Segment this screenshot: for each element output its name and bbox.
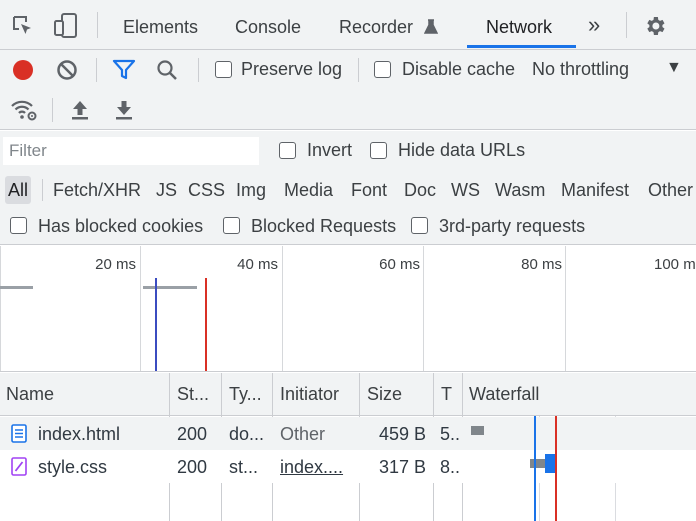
type-filter-wasm[interactable]: Wasm — [495, 176, 545, 204]
type-filter-fetch-xhr[interactable]: Fetch/XHR — [53, 176, 141, 204]
stylesheet-icon — [11, 457, 27, 476]
third-party-requests-label: 3rd-party requests — [439, 216, 586, 236]
dom-content-loaded-marker — [155, 278, 157, 371]
request-type: st... — [229, 457, 259, 477]
overview-tick-label: 40 ms — [237, 256, 278, 273]
chevron-down-icon: ▼ — [666, 59, 682, 76]
request-initiator-link[interactable]: index.... — [280, 450, 356, 483]
table-row[interactable]: style.css 200 st... index.... 317 B 8.. — [0, 450, 696, 483]
throttling-select[interactable]: No throttling ▼ — [532, 50, 692, 90]
type-filter-ws[interactable]: WS — [451, 176, 480, 204]
import-har-icon[interactable] — [70, 99, 90, 121]
request-time: 8.. — [440, 457, 461, 477]
overview-tick-label: 100 m — [654, 256, 696, 273]
network-toolbar: Preserve log Disable cache No throttling… — [0, 50, 696, 90]
export-har-icon[interactable] — [114, 99, 134, 121]
filter-bar: Invert Hide data URLs — [0, 131, 696, 171]
request-size: 459 B — [378, 424, 426, 444]
type-filter-img[interactable]: Img — [236, 176, 266, 204]
request-time: 5.. — [440, 424, 461, 444]
waterfall-bar — [471, 426, 484, 435]
search-icon[interactable] — [156, 59, 178, 81]
waterfall-bar — [530, 459, 545, 468]
tab-recorder[interactable]: Recorder — [339, 0, 439, 50]
invert-checkbox[interactable] — [279, 142, 296, 159]
type-filter-other[interactable]: Other — [648, 176, 693, 204]
request-initiator: Other — [280, 424, 326, 444]
column-header-name[interactable]: Name — [6, 373, 166, 416]
active-tab-indicator — [467, 45, 576, 48]
table-row[interactable]: index.html 200 do... Other 459 B 5.. — [0, 417, 696, 450]
column-header-status[interactable]: St... — [177, 373, 219, 416]
hide-data-urls-checkbox[interactable] — [370, 142, 387, 159]
request-name: style.css — [38, 457, 108, 477]
overview-gridline — [423, 246, 424, 371]
overview-request-bar — [143, 286, 197, 289]
invert-label: Invert — [307, 140, 353, 160]
disable-cache-label: Disable cache — [402, 59, 516, 79]
flask-icon — [424, 19, 439, 35]
overview-request-bar — [0, 286, 33, 289]
tab-console[interactable]: Console — [235, 0, 301, 50]
column-header-type[interactable]: Ty... — [229, 373, 271, 416]
filter-input[interactable] — [3, 137, 259, 165]
overview-gridline — [140, 246, 141, 371]
column-header-size[interactable]: Size — [367, 373, 431, 416]
filter-icon[interactable] — [112, 59, 136, 81]
disable-cache-checkbox[interactable] — [374, 61, 391, 78]
preserve-log-checkbox[interactable] — [215, 61, 232, 78]
inspect-element-icon[interactable] — [12, 15, 34, 37]
requests-table-header: Name St... Ty... Initiator Size T Waterf… — [0, 373, 696, 416]
record-button[interactable] — [12, 59, 34, 81]
request-type: do... — [229, 424, 265, 444]
throttling-value: No throttling — [532, 59, 630, 79]
gear-icon[interactable] — [643, 14, 667, 38]
request-size: 317 B — [378, 457, 426, 477]
tab-network[interactable]: Network — [486, 0, 552, 50]
request-name: index.html — [38, 424, 121, 444]
column-header-initiator[interactable]: Initiator — [280, 373, 358, 416]
overview-tick-label: 80 ms — [521, 256, 562, 273]
blocked-requests-checkbox[interactable] — [223, 217, 240, 234]
third-party-requests-checkbox[interactable] — [411, 217, 428, 234]
devtools-tabbar: Elements Console Recorder Network » — [0, 0, 696, 50]
more-tabs-button[interactable]: » — [588, 0, 600, 50]
blocked-filter-bar: Has blocked cookies Blocked Requests 3rd… — [0, 209, 696, 245]
network-overview[interactable]: 20 ms 40 ms 60 ms 80 ms 100 m — [0, 246, 696, 372]
has-blocked-cookies-label: Has blocked cookies — [38, 216, 204, 236]
tab-elements[interactable]: Elements — [123, 0, 198, 50]
dom-content-loaded-marker — [534, 416, 536, 521]
type-filter-js[interactable]: JS — [156, 176, 177, 204]
type-filter-all[interactable]: All — [5, 176, 32, 204]
waterfall-bar — [545, 454, 555, 473]
preserve-log-label: Preserve log — [241, 59, 343, 79]
network-conditions-icon[interactable] — [10, 98, 38, 122]
overview-tick-label: 60 ms — [379, 256, 420, 273]
hide-data-urls-label: Hide data URLs — [398, 140, 526, 160]
document-icon — [11, 424, 27, 443]
type-filter-media[interactable]: Media — [284, 176, 333, 204]
type-filter-doc[interactable]: Doc — [404, 176, 436, 204]
type-filter-css[interactable]: CSS — [188, 176, 225, 204]
type-filter-font[interactable]: Font — [351, 176, 387, 204]
network-toolbar-secondary — [0, 90, 696, 130]
resource-type-filter: All Fetch/XHR JS CSS Img Media Font Doc … — [0, 171, 696, 209]
clear-icon[interactable] — [56, 59, 78, 81]
overview-gridline — [565, 246, 566, 371]
overview-gridline — [0, 246, 1, 371]
load-event-marker — [205, 278, 207, 371]
device-toolbar-icon[interactable] — [54, 13, 78, 39]
request-status: 200 — [177, 424, 208, 444]
request-status: 200 — [177, 457, 208, 477]
column-header-time[interactable]: T — [441, 373, 461, 416]
overview-tick-label: 20 ms — [95, 256, 136, 273]
blocked-requests-label: Blocked Requests — [251, 216, 397, 236]
load-event-marker — [555, 416, 557, 521]
overview-gridline — [282, 246, 283, 371]
has-blocked-cookies-checkbox[interactable] — [10, 217, 27, 234]
column-header-waterfall[interactable]: Waterfall — [469, 373, 669, 416]
type-filter-manifest[interactable]: Manifest — [561, 176, 629, 204]
tab-recorder-label: Recorder — [339, 17, 414, 37]
